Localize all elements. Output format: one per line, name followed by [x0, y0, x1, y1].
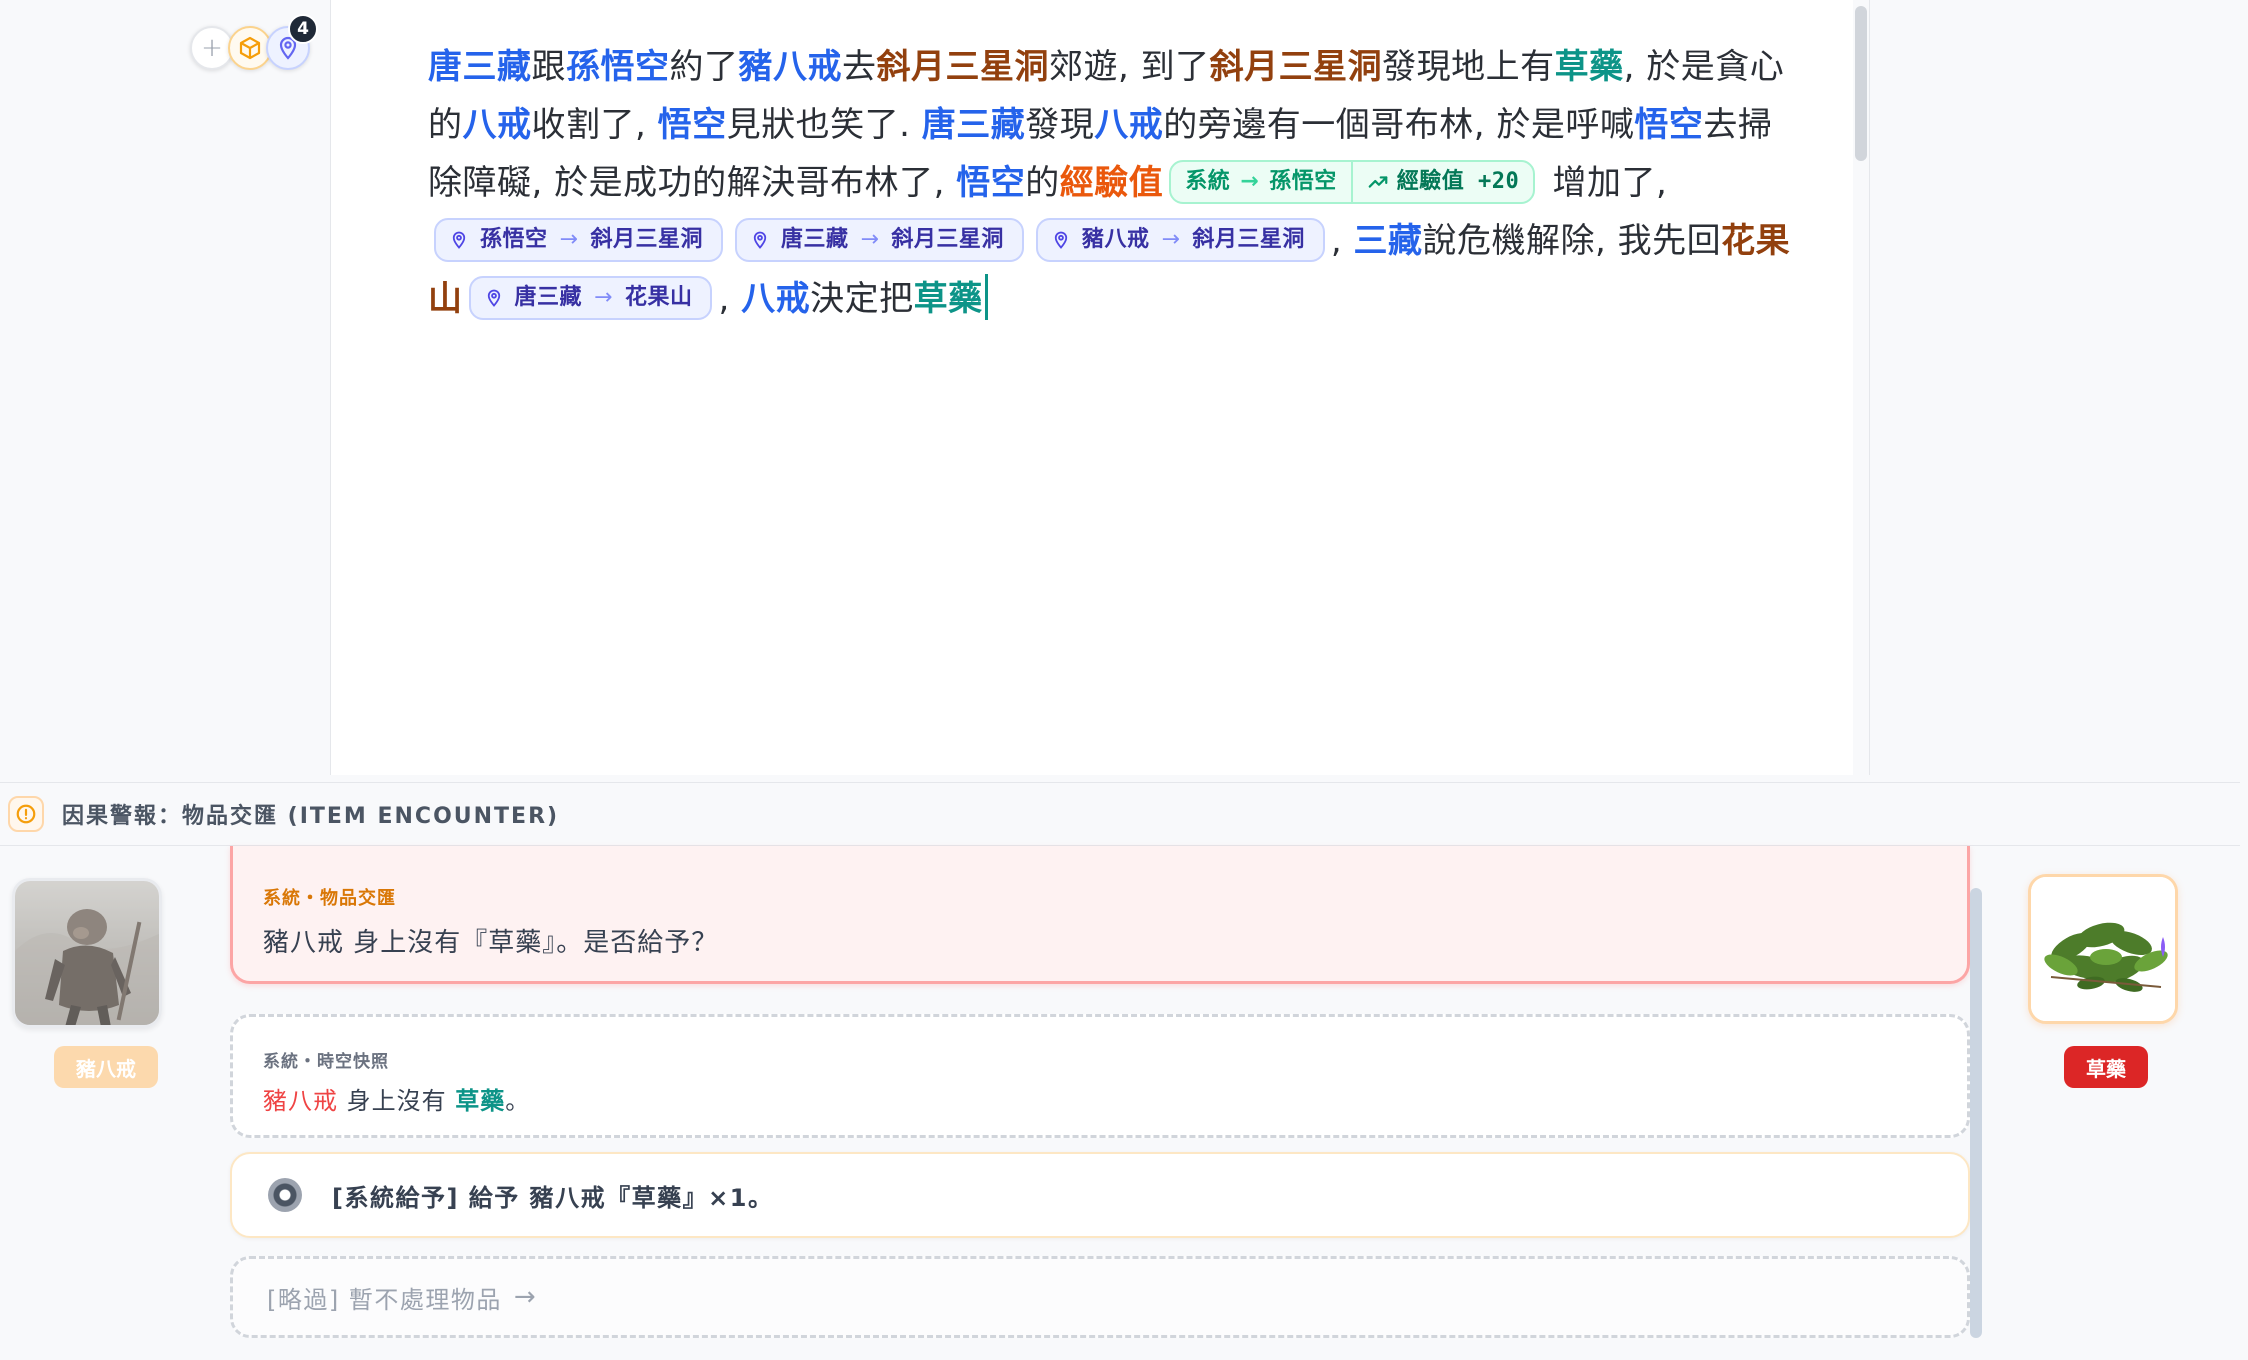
chip-who: 孫悟空 [480, 226, 548, 252]
entity-place[interactable]: 斜月三星洞 [1210, 47, 1383, 87]
system-encounter-label: 系統・物品交匯 [263, 888, 396, 909]
story-text: 發現地上有 [1382, 47, 1555, 87]
editor-scroll-thumb[interactable] [1855, 6, 1867, 161]
floating-toolbar: + 4 [190, 14, 318, 70]
herb-image [2031, 877, 2175, 1021]
snapshot-message: 豬八戒 身上沒有 草藥。 [263, 1081, 530, 1116]
story-text: 跟 [531, 47, 566, 87]
story-text: 的 [1025, 163, 1060, 203]
story-text: 決定把 [810, 279, 914, 319]
skip-label: [略過] 暫不處理物品 [267, 1285, 502, 1314]
entity-character[interactable]: 八戒 [463, 105, 532, 145]
entity-character[interactable]: 悟空 [1634, 105, 1703, 145]
chip-where: 斜月三星洞 [1192, 226, 1305, 252]
map-pin-icon [452, 231, 466, 249]
text-caret [984, 274, 988, 320]
trending-up-icon [1368, 175, 1388, 188]
skip-option[interactable]: [略過] 暫不處理物品 → [230, 1256, 1970, 1338]
encounter-panel: 豬八戒 系統・物品交匯 豬八戒 身上沒有『草藥』。是否給予？ 系統・時空快照 豬… [0, 846, 2248, 1360]
chip-source: 系統 [1185, 168, 1231, 194]
give-item-option[interactable]: [系統給予] 給予 豬八戒『草藥』×1。 [230, 1152, 1970, 1238]
chip-who: 唐三藏 [514, 284, 583, 310]
entity-character[interactable]: 悟空 [658, 105, 727, 145]
arrow-right-icon: → [559, 226, 579, 252]
story-text: 說危機解除, 我先回 [1422, 221, 1722, 261]
entity-character[interactable]: 悟空 [956, 163, 1025, 203]
entity-stat[interactable]: 經驗值 [1060, 163, 1164, 203]
story-editor[interactable]: 唐三藏跟孫悟空約了豬八戒去斜月三星洞郊遊, 到了斜月三星洞發現地上有草藥, 於是… [428, 38, 1798, 328]
editor-scrollbar[interactable] [1853, 0, 1869, 775]
plus-icon: + [201, 33, 223, 63]
radio-icon[interactable] [268, 1178, 302, 1212]
story-text: 約了 [669, 47, 739, 87]
chip-stat-delta: 經驗值 +20 [1396, 168, 1520, 194]
story-text: 的旁邊有一個哥布林, 於是呼喊 [1163, 105, 1635, 145]
chip-who: 唐三藏 [780, 226, 849, 252]
map-pin-icon [487, 289, 500, 307]
chip-where: 斜月三星洞 [590, 226, 703, 252]
story-text: 見狀也笑了. [726, 105, 922, 145]
map-pin-icon [1054, 231, 1068, 249]
story-text: , [1330, 221, 1354, 261]
entity-item[interactable]: 草藥 [914, 279, 983, 319]
arrow-right-icon: → [860, 226, 880, 252]
arrow-right-icon: → [1161, 226, 1181, 252]
movement-chip[interactable]: 唐三藏 → 花果山 [468, 275, 713, 320]
arrow-right-icon: → [594, 284, 613, 310]
story-text: 增加了, [1552, 163, 1668, 203]
chip-who: 豬八戒 [1081, 226, 1150, 252]
alert-header: 因果警報：物品交匯 (ITEM ENCOUNTER) [0, 782, 2240, 846]
chip-where: 花果山 [624, 284, 693, 310]
alert-title: 因果警報：物品交匯 (ITEM ENCOUNTER) [62, 804, 560, 829]
snapshot-label: 系統・時空快照 [263, 1052, 389, 1072]
box-icon [239, 36, 261, 60]
story-text: , [718, 279, 742, 319]
chip-target: 孫悟空 [1269, 168, 1337, 194]
pig-warrior-portrait [15, 881, 159, 1025]
story-text: 去 [842, 47, 877, 87]
entity-character[interactable]: 八戒 [741, 279, 810, 319]
entity-character[interactable]: 唐三藏 [428, 47, 532, 87]
story-text: 收割了, [531, 105, 658, 145]
movement-chip[interactable]: 孫悟空 → 斜月三星洞 [434, 217, 723, 262]
system-encounter-card: 系統・物品交匯 豬八戒 身上沒有『草藥』。是否給予？ [230, 846, 1970, 984]
movement-chip[interactable]: 唐三藏 → 斜月三星洞 [734, 217, 1024, 262]
entity-place[interactable]: 斜月三星洞 [877, 47, 1050, 87]
editor-paper: 唐三藏跟孫悟空約了豬八戒去斜月三星洞郊遊, 到了斜月三星洞發現地上有草藥, 於是… [330, 0, 1870, 775]
character-avatar[interactable] [12, 878, 162, 1028]
character-tag: 豬八戒 [54, 1046, 158, 1088]
snapshot-character: 豬八戒 [263, 1087, 338, 1115]
snapshot-card: 系統・時空快照 豬八戒 身上沒有 草藥。 [230, 1014, 1970, 1138]
give-item-label: [系統給予] 給予 豬八戒『草藥』×1。 [332, 1183, 774, 1212]
snapshot-end: 。 [505, 1087, 531, 1115]
snapshot-item: 草藥 [455, 1087, 506, 1115]
map-pin-icon [753, 231, 767, 249]
entity-character[interactable]: 八戒 [1094, 105, 1163, 145]
entity-character[interactable]: 唐三藏 [922, 105, 1026, 145]
entity-item[interactable]: 草藥 [1555, 47, 1624, 87]
location-button[interactable]: 4 [266, 14, 318, 70]
story-text: 發現 [1025, 105, 1095, 145]
panel-scrollbar[interactable] [1970, 888, 1982, 1338]
entity-character[interactable]: 豬八戒 [739, 47, 843, 87]
item-tag: 草藥 [2064, 1046, 2148, 1088]
entity-character[interactable]: 孫悟空 [566, 47, 670, 87]
location-count-badge: 4 [288, 14, 318, 44]
stat-change-chip[interactable]: 系統 → 孫悟空 經驗值 +20 [1169, 159, 1536, 204]
story-text: 郊遊, 到了 [1049, 47, 1210, 87]
system-encounter-message: 豬八戒 身上沒有『草藥』。是否給予？ [263, 928, 719, 958]
alert-circle-icon [8, 796, 44, 832]
item-avatar[interactable] [2028, 874, 2178, 1024]
arrow-right-icon: → [1240, 168, 1260, 194]
entity-character[interactable]: 三藏 [1354, 221, 1423, 261]
movement-chip[interactable]: 豬八戒 → 斜月三星洞 [1035, 217, 1325, 262]
arrow-right-icon: → [513, 1282, 536, 1312]
chip-where: 斜月三星洞 [891, 226, 1004, 252]
snapshot-text: 身上沒有 [338, 1087, 456, 1115]
